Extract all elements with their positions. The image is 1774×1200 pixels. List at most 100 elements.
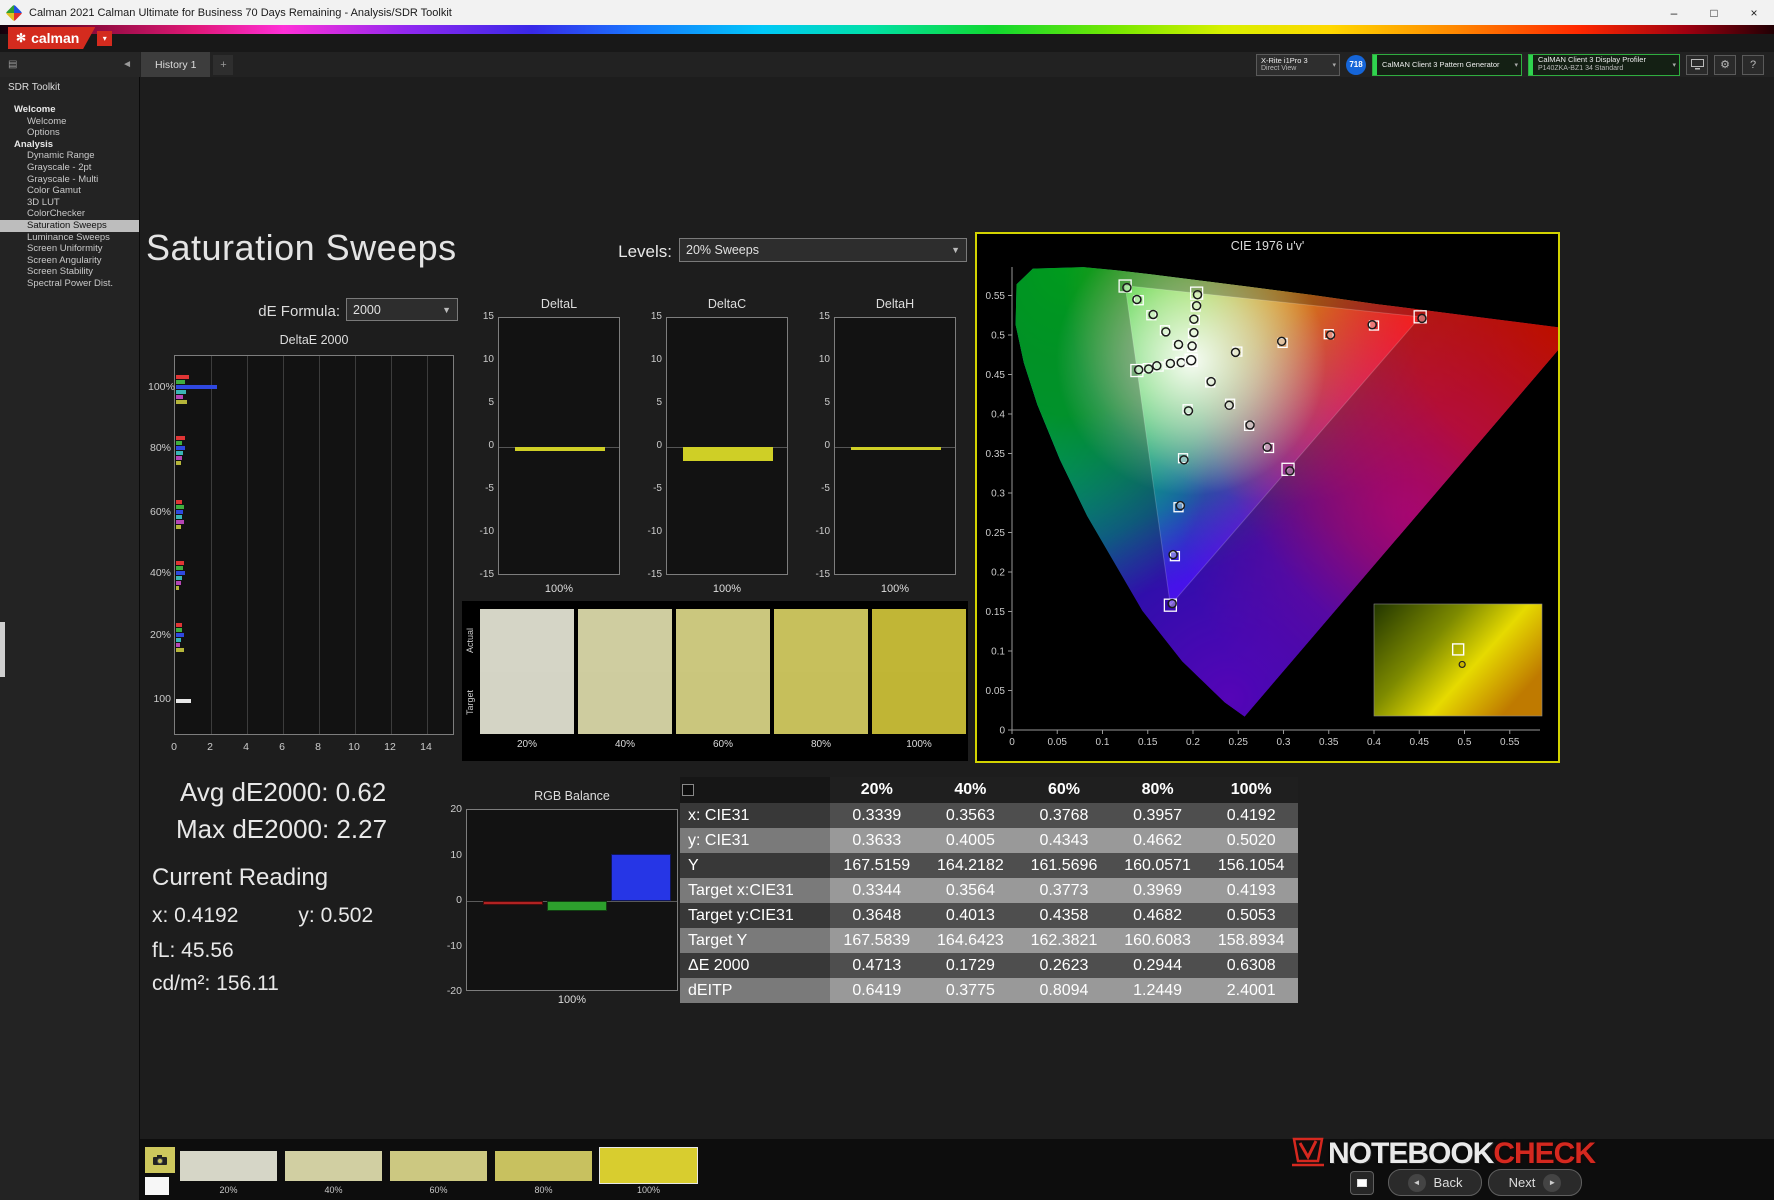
tab-history-1[interactable]: History 1 <box>141 52 211 77</box>
deltac-xlabel: 100% <box>712 583 742 595</box>
logo-dropdown-button[interactable]: ▾ <box>97 30 113 46</box>
pattern-window-icon <box>1357 1179 1367 1187</box>
pattern-thumb-40[interactable] <box>285 1151 382 1181</box>
sidebar-item-luminance-sweeps[interactable]: Luminance Sweeps <box>0 232 139 244</box>
sidebar-item-saturation-sweeps[interactable]: Saturation Sweeps <box>0 219 139 232</box>
svg-text:0.25: 0.25 <box>1229 737 1249 748</box>
sidebar-item-dynamic-range[interactable]: Dynamic Range <box>0 150 139 162</box>
pattern-window-toggle[interactable] <box>1350 1171 1374 1195</box>
pattern-thumb-100[interactable] <box>599 1147 698 1184</box>
calman-logo[interactable]: ✻ calman ▾ <box>8 27 113 49</box>
swatch-actual-label: Actual <box>465 627 475 653</box>
sidebar-title: SDR Toolkit <box>8 82 61 93</box>
sidebar-item-screen-stability[interactable]: Screen Stability <box>0 266 139 278</box>
svg-text:0.5: 0.5 <box>991 331 1005 342</box>
display-profiler-selector[interactable]: CalMAN Client 3 Display Profiler P140ZKA… <box>1528 53 1680 76</box>
meter-name: X-Rite i1Pro 3 <box>1261 55 1308 65</box>
sidebar-item-welcome[interactable]: Welcome <box>0 116 139 128</box>
maximize-button[interactable]: □ <box>1694 0 1734 25</box>
svg-text:0.4: 0.4 <box>991 410 1005 421</box>
table-row: y: CIE31 0.3633 0.4005 0.4343 0.4662 0.5020 <box>680 828 1298 853</box>
svg-text:0.55: 0.55 <box>1500 737 1520 748</box>
gear-icon[interactable]: ⚙ <box>1714 54 1736 75</box>
deltae2000-plot <box>174 355 454 735</box>
svg-text:0: 0 <box>999 726 1005 737</box>
levels-select[interactable]: 20% Sweeps ▼ <box>679 238 967 262</box>
next-label: Next <box>1508 1175 1536 1190</box>
page-title: Saturation Sweeps <box>146 227 457 268</box>
table-row: Target x:CIE31 0.3344 0.3564 0.3773 0.3969 0.… <box>680 878 1298 903</box>
sidebar-item-screen-angularity[interactable]: Screen Angularity <box>0 255 139 267</box>
sidebar-item-grayscale-2pt[interactable]: Grayscale - 2pt <box>0 162 139 174</box>
sidebar-item-screen-uniformity[interactable]: Screen Uniformity <box>0 243 139 255</box>
chevron-down-icon: ▾ <box>102 33 107 43</box>
max-de2000: Max dE2000: 2.27 <box>176 814 388 844</box>
notebookcheck-watermark: NOTEBOOK CHECK <box>1288 1137 1596 1171</box>
table-col-20: 20% <box>830 777 924 803</box>
table-row: ΔE 2000 0.4713 0.1729 0.2623 0.2944 0.6308 <box>680 953 1298 978</box>
deltac-plot <box>666 317 788 575</box>
pattern-thumb-20[interactable] <box>180 1151 277 1181</box>
rgb-bar-green <box>547 901 607 911</box>
sidebar-item-colorchecker[interactable]: ColorChecker <box>0 208 139 220</box>
deltal-plot <box>498 317 620 575</box>
notebookcheck-logo-icon <box>1292 1137 1324 1167</box>
reading-cdm2: cd/m²: 156.11 <box>152 972 279 995</box>
deltah-panel: DeltaH 100% 15 10 5 0 -5 -10 -15 <box>806 295 968 597</box>
sidebar-item-grayscale-multi[interactable]: Grayscale - Multi <box>0 174 139 186</box>
sidebar: SDR Toolkit Welcome Welcome Options Analysi… <box>0 77 140 1200</box>
svg-text:0: 0 <box>1009 737 1015 748</box>
display-icon[interactable] <box>1686 54 1708 75</box>
chevron-down-icon: ▾ <box>1514 61 1518 69</box>
chevron-down-icon: ▼ <box>442 304 451 315</box>
swatch-40 <box>578 609 672 734</box>
table-col-100: 100% <box>1204 777 1298 803</box>
rgb-xlabel: 100% <box>557 994 587 1006</box>
results-table-wrap: 20% 40% 60% 80% 100% x: CIE31 0.3339 0.3563 0.37… <box>680 777 1298 1003</box>
swatch-60 <box>676 609 770 734</box>
back-button[interactable]: ◄ Back <box>1388 1169 1482 1196</box>
svg-text:0.05: 0.05 <box>986 686 1006 697</box>
deltal-xlabel: 100% <box>544 583 574 595</box>
layout-icon[interactable]: ▤ <box>8 59 17 70</box>
meter-selector[interactable]: X-Rite i1Pro 3 Direct View ▾ <box>1256 53 1340 76</box>
swatch-20 <box>480 609 574 734</box>
white-pattern-tile[interactable] <box>145 1177 169 1195</box>
top-controls: X-Rite i1Pro 3 Direct View ▾ 718 CalMAN … <box>1256 53 1774 76</box>
deltah-title: DeltaH <box>875 297 915 311</box>
sidebar-section-analysis[interactable]: Analysis <box>0 139 139 151</box>
swatch-target-label: Target <box>465 689 475 715</box>
sidebar-item-3d-lut[interactable]: 3D LUT <box>0 197 139 209</box>
sidebar-item-color-gamut[interactable]: Color Gamut <box>0 185 139 197</box>
svg-text:0.45: 0.45 <box>1410 737 1430 748</box>
svg-text:0.3: 0.3 <box>991 489 1005 500</box>
sidebar-section-welcome[interactable]: Welcome <box>0 104 139 116</box>
rainbow-strip <box>0 25 1774 34</box>
add-tab-button[interactable]: + <box>213 54 234 75</box>
table-row: dEITP 0.6419 0.3775 0.8094 1.2449 2.4001 <box>680 978 1298 1003</box>
app-icon <box>5 4 23 21</box>
pattern-generator-selector[interactable]: CalMAN Client 3 Pattern Generator ▾ <box>1372 53 1522 76</box>
rgb-bar-blue <box>611 853 671 901</box>
table-col-40: 40% <box>923 777 1018 803</box>
help-icon[interactable]: ? <box>1742 54 1764 75</box>
de-formula-select[interactable]: 2000 ▼ <box>346 298 458 321</box>
svg-text:0.15: 0.15 <box>986 607 1006 618</box>
svg-text:0.2: 0.2 <box>991 568 1005 579</box>
collapse-sidebar-icon[interactable]: ◄ <box>122 59 132 70</box>
footer: ◄ Back Next ► NOTEBOOK CHECK 20% 40% 60% 80… <box>140 1137 1774 1200</box>
sidebar-scrollbar[interactable] <box>0 622 5 677</box>
deltae2000-chart: DeltaE 2000 100% 80% 60% 40% 20% 100 0 2 4 6 8 10 12… <box>148 329 460 769</box>
chevron-down-icon: ▼ <box>951 245 960 255</box>
sidebar-item-spectral-power-dist[interactable]: Spectral Power Dist. <box>0 278 139 290</box>
close-button[interactable]: × <box>1734 0 1774 25</box>
minimize-button[interactable]: – <box>1654 0 1694 25</box>
svg-text:0.55: 0.55 <box>986 291 1006 302</box>
svg-text:0.1: 0.1 <box>1096 737 1110 748</box>
camera-tile[interactable] <box>145 1147 175 1173</box>
sidebar-item-options[interactable]: Options <box>0 127 139 139</box>
pattern-thumb-80[interactable] <box>495 1151 592 1181</box>
pattern-thumb-60[interactable] <box>390 1151 487 1181</box>
cie-diagram-panel: CIE 1976 u'v' 0 0 0.05 0.05 0.1 0.1 0.15 0.15 0.… <box>975 232 1560 763</box>
next-button[interactable]: Next ► <box>1488 1169 1582 1196</box>
